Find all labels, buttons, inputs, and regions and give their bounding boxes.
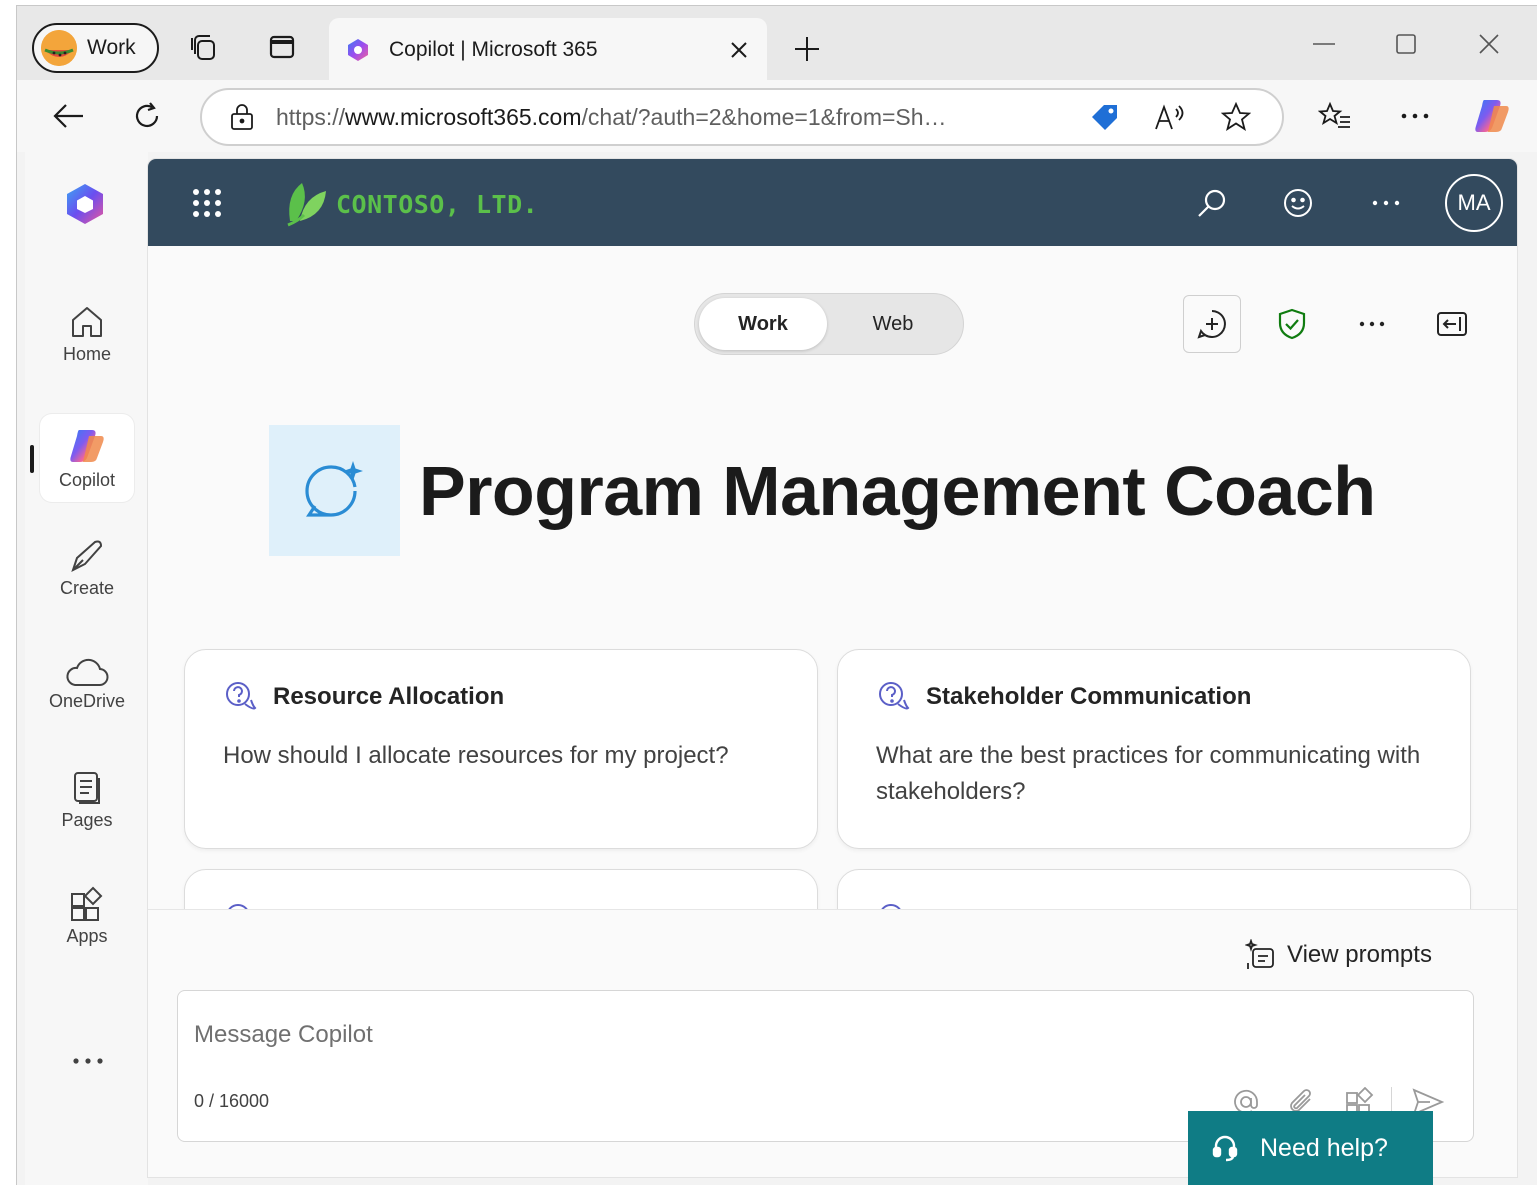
rail-label-create: Create [59,577,115,598]
url-text[interactable]: https://www.microsoft365.com/chat/?auth=… [276,104,1084,131]
prompt-card-header: Stakeholder Communication [876,680,1432,714]
copilot-icon [70,429,104,462]
read-aloud-icon[interactable] [1150,97,1190,137]
m365-favicon-icon [348,39,368,61]
browser-toolbar: https://www.microsoft365.com/chat/?auth=… [17,80,1537,152]
work-web-toggle[interactable]: Work Web [694,293,964,355]
copilot-app: CONTOSO, LTD. MA Work Web Program Manage… [148,159,1517,1177]
cloud-icon [66,658,109,686]
refresh-icon[interactable] [125,94,169,138]
new-chat-button[interactable] [1183,295,1241,353]
minimize-icon[interactable] [1301,24,1347,64]
rail-more-icon[interactable] [71,1044,105,1078]
brand-logo[interactable]: CONTOSO, LTD. [284,181,538,227]
prompt-card-text: How should I allocate resources for my p… [223,742,729,769]
close-tab-icon[interactable] [719,30,759,70]
rail-item-copilot[interactable]: Copilot [40,414,134,502]
browser-window: Work Copilot | Microsoft 365 https://www… [16,5,1537,1185]
prompt-card-text: What are the best practices for communic… [876,742,1421,805]
prompt-card-title: Resource Allocation [273,683,505,710]
panel-collapse-icon [1437,312,1467,336]
apps-grid-icon [71,886,103,921]
rail-item-home[interactable]: Home [40,290,134,378]
chat-more-icon [1359,321,1385,327]
home-icon [72,306,102,337]
agent-avatar [269,425,400,556]
app-rail: Home Copilot Create OneDrive Pages Apps [25,152,148,1185]
agent-title: Program Management Coach [419,452,1376,530]
profile-button[interactable]: Work [32,23,159,73]
address-bar[interactable]: https://www.microsoft365.com/chat/?auth=… [200,88,1284,146]
rail-active-indicator [30,445,34,473]
new-chat-icon [1197,310,1226,339]
protected-shield-button[interactable] [1263,295,1321,353]
collapse-panel-button[interactable] [1423,295,1481,353]
copilot-sidebar-icon[interactable] [1470,94,1514,138]
rail-label-copilot: Copilot [58,469,116,490]
view-prompts-label: View prompts [1287,941,1432,968]
tab-copilot[interactable]: Copilot | Microsoft 365 [329,18,767,82]
profile-avatar-icon [41,30,77,66]
prompt-card-resource-allocation[interactable]: Resource Allocation How should I allocat… [184,649,818,849]
rail-label-home: Home [62,343,111,364]
rail-label-apps: Apps [66,925,108,946]
pen-icon [71,540,103,572]
tab-strip: Work Copilot | Microsoft 365 [17,6,1537,82]
search-icon[interactable] [1194,185,1230,221]
rail-label-onedrive: OneDrive [48,690,126,711]
app-launcher-icon[interactable] [192,188,222,218]
tab-title: Copilot | Microsoft 365 [389,38,598,61]
rail-item-pages[interactable]: Pages [40,756,134,844]
headset-icon [1212,1135,1238,1162]
rail-item-create[interactable]: Create [40,524,134,612]
pages-icon [74,771,100,804]
header-more-icon[interactable] [1368,185,1404,221]
leaf-logo-icon [287,183,326,227]
feedback-smiley-icon[interactable] [1280,185,1316,221]
prompt-card-title: Stakeholder Communication [926,683,1252,710]
workspaces-icon[interactable] [187,30,221,64]
toggle-web[interactable]: Web [829,298,957,350]
message-input[interactable] [194,1015,1094,1055]
rail-item-apps[interactable]: Apps [40,872,134,960]
maximize-icon[interactable] [1383,24,1429,64]
prompts-sparkle-icon [1245,939,1274,969]
need-help-label: Need help? [1260,1133,1388,1162]
user-avatar[interactable]: MA [1445,174,1503,232]
agent-chat-sparkle-icon [304,460,363,517]
new-tab-icon[interactable] [787,29,827,69]
tab-actions-icon[interactable] [265,30,299,64]
view-prompts-button[interactable]: View prompts [1245,939,1432,971]
brand-name: CONTOSO, LTD. [336,189,539,219]
prompt-card-stakeholder-communication[interactable]: Stakeholder Communication What are the b… [837,649,1471,849]
chat-more-button[interactable] [1343,295,1401,353]
favorites-list-icon[interactable] [1313,94,1357,138]
suite-header: CONTOSO, LTD. MA [148,159,1517,246]
rail-label-pages: Pages [61,809,113,830]
prompt-question-icon [226,682,257,710]
m365-logo-icon[interactable] [63,182,107,226]
char-count: 0 / 16000 [194,1091,270,1111]
shield-check-icon [1278,308,1306,340]
shopping-tag-icon[interactable] [1084,97,1124,137]
profile-label: Work [87,36,136,59]
rail-item-onedrive[interactable]: OneDrive [40,640,134,728]
more-options-icon[interactable] [1393,94,1437,138]
site-lock-icon[interactable] [230,103,254,131]
close-window-icon[interactable] [1466,24,1512,64]
back-arrow-icon[interactable] [47,94,91,138]
favorite-star-icon[interactable] [1216,97,1256,137]
need-help-button[interactable]: Need help? [1188,1111,1433,1185]
prompt-question-icon [879,682,910,710]
toggle-work[interactable]: Work [699,298,827,350]
avatar-initials: MA [1457,190,1491,215]
prompt-card-header: Resource Allocation [223,680,779,714]
